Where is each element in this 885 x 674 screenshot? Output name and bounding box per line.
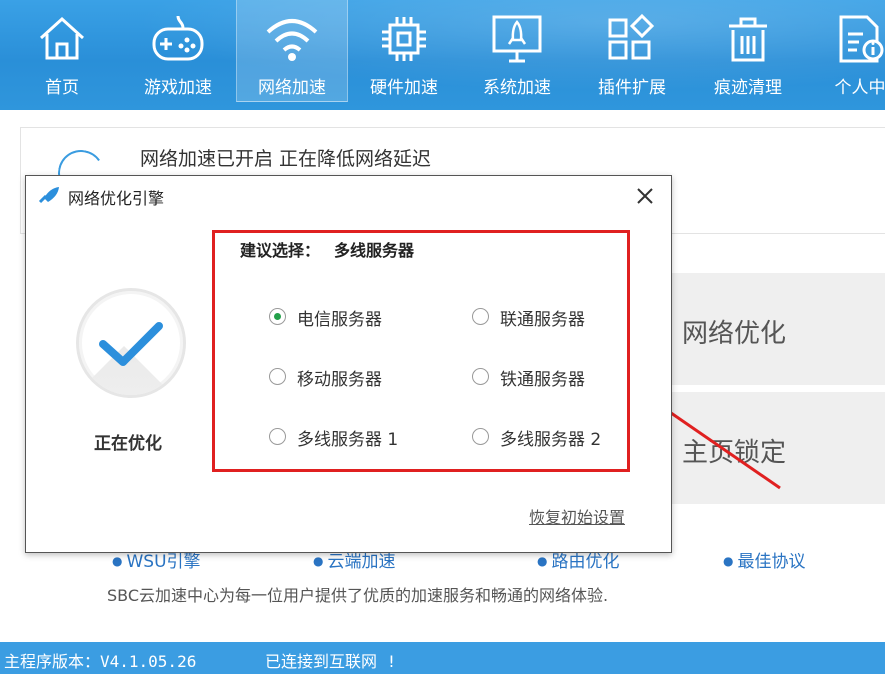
nav-item-profile[interactable]: 个人中 <box>804 0 885 110</box>
nav-item-plugins[interactable]: 插件扩展 <box>576 0 688 110</box>
suggestion-text: 建议选择： 多线服务器 <box>240 241 415 260</box>
radio-selected-indicator[interactable] <box>269 308 286 325</box>
gamepad-icon <box>152 15 204 61</box>
nav-label: 痕迹清理 <box>714 78 782 98</box>
network-optimize-label: 网络优化 <box>682 319 787 349</box>
optimizing-label: 正在优化 <box>94 434 162 454</box>
app-window: 首页 游戏加速 网络加速 硬件加速 系统加速 插件扩展 痕迹清理 个人中 网络加… <box>0 0 885 674</box>
plugin-grid-icon <box>608 13 655 60</box>
profile-doc-icon <box>839 15 884 63</box>
nav-label: 插件扩展 <box>598 78 666 98</box>
nav-item-network[interactable]: 网络加速 <box>236 0 348 102</box>
version-text: 主程序版本：V4.1.05.26 <box>4 652 197 671</box>
checkmark-icon <box>99 322 163 366</box>
nav-item-hardware[interactable]: 硬件加速 <box>348 0 460 110</box>
nav-item-cleanup[interactable]: 痕迹清理 <box>692 0 804 110</box>
radio-indicator[interactable] <box>472 428 489 445</box>
wifi-icon <box>266 19 318 61</box>
feature-item: ● 最佳协议 <box>723 552 806 572</box>
nav-label: 系统加速 <box>483 78 551 98</box>
rocket-icon <box>38 187 59 204</box>
tagline: SBC云加速中心为每一位用户提供了优质的加速服务和畅通的网络体验. <box>107 586 609 605</box>
radio-indicator[interactable] <box>472 368 489 385</box>
home-icon <box>39 16 85 60</box>
nav-item-game[interactable]: 游戏加速 <box>122 0 234 110</box>
reset-settings-link[interactable]: 恢复初始设置 <box>529 504 625 528</box>
network-optimize-dialog: 网络优化引擎 正在优化 建议选择： 多线服务器 电信服务器 联通服务器 移动服务器 <box>25 175 672 553</box>
dialog-title: 网络优化引擎 <box>68 189 165 208</box>
close-icon[interactable] <box>633 184 657 208</box>
nav-label: 个人中 <box>834 78 885 98</box>
nav-label: 游戏加速 <box>144 78 212 98</box>
trash-icon <box>729 17 767 62</box>
connection-status: 已连接到互联网 ! <box>265 652 397 671</box>
radio-indicator[interactable] <box>472 308 489 325</box>
nav-item-home[interactable]: 首页 <box>6 0 118 110</box>
nav-label: 网络加速 <box>258 78 326 98</box>
status-message: 网络加速已开启 正在降低网络延迟 <box>140 148 432 170</box>
status-bar: 主程序版本：V4.1.05.26 已连接到互联网 ! <box>0 642 885 674</box>
nav-item-system[interactable]: 系统加速 <box>461 0 573 110</box>
nav-label: 首页 <box>45 78 79 98</box>
radio-indicator[interactable] <box>269 428 286 445</box>
network-optimize-button[interactable]: 网络优化 <box>664 273 885 385</box>
chip-icon <box>382 17 426 61</box>
optimize-status-check <box>76 288 186 398</box>
top-nav: 首页 游戏加速 网络加速 硬件加速 系统加速 插件扩展 痕迹清理 个人中 <box>0 0 885 110</box>
monitor-rocket-icon <box>492 15 542 63</box>
radio-indicator[interactable] <box>269 368 286 385</box>
nav-label: 硬件加速 <box>370 78 438 98</box>
